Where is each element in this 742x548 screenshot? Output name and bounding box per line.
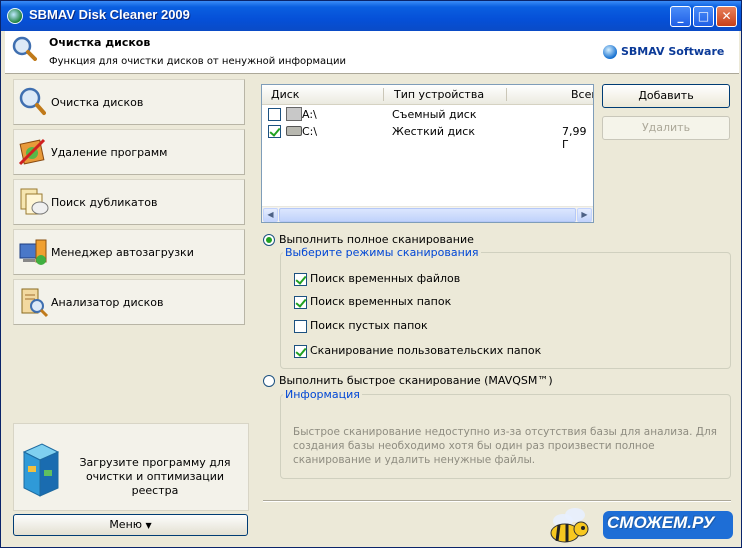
brand-globe-icon [603,45,617,59]
disk-list[interactable]: Диск Тип устройства Всег A:\ Съемный дис… [261,84,594,223]
option-user-folders-label[interactable]: Сканирование пользовательских папок [310,344,541,357]
scroll-right-icon[interactable]: ▶ [577,208,592,222]
horizontal-scrollbar[interactable]: ◀ ▶ [262,206,593,222]
brand-name[interactable]: SBMAV Software [621,45,724,58]
sidebar-item-startup[interactable]: Менеджер автозагрузки [13,229,245,275]
option-empty-folders-label[interactable]: Поиск пустых папок [310,319,428,332]
floppy-drive-icon [286,107,302,121]
sidebar-item-label: Менеджер автозагрузки [51,246,194,259]
sidebar-item-label: Удаление программ [51,146,168,159]
uninstall-box-icon [18,138,46,166]
option-temp-folders-checkbox[interactable] [294,296,307,309]
title-bar[interactable]: SBMAV Disk Cleaner 2009 _ □ ✕ [1,1,741,31]
menu-button[interactable]: Меню ▼ [13,514,248,536]
minimize-button[interactable]: _ [670,6,691,27]
option-temp-folders-label[interactable]: Поиск временных папок [310,295,451,308]
promo-text: Загрузите программу для очистки и оптими… [79,456,231,497]
sidebar-item-duplicates[interactable]: Поиск дубликатов [13,179,245,225]
info-text: Быстрое сканирование недоступно из-за от… [293,426,717,466]
hard-drive-icon [286,126,302,136]
sidebar-item-label: Очистка дисков [51,96,144,109]
disk-type: Съемный диск [392,108,477,121]
info-title: Информация [283,388,362,401]
sidebar: Очистка дисков Удаление программ Поиск д… [9,77,249,537]
duplicate-docs-icon [20,188,49,215]
disk-type: Жесткий диск [392,125,475,138]
column-header-type[interactable]: Тип устройства [394,88,484,101]
registry-promo[interactable]: Загрузите программу для очистки и оптими… [13,423,249,511]
magnifier-disk-icon [19,87,46,115]
disk-analyzer-icon [21,288,49,318]
watermark-text: СМОЖЕМ.РУ [607,513,715,532]
maximize-button[interactable]: □ [693,6,714,27]
menu-button-label: Меню [109,518,143,531]
sidebar-item-disk-cleanup[interactable]: Очистка дисков [13,79,245,125]
page-title: Очистка дисков [49,36,151,49]
add-button[interactable]: Добавить [602,84,730,108]
disk-list-header: Диск Тип устройства Всег [262,85,593,105]
sidebar-item-uninstall[interactable]: Удаление программ [13,129,245,175]
full-scan-label[interactable]: Выполнить полное сканирование [279,233,474,246]
column-header-total[interactable]: Всег [571,88,593,101]
page-subtitle: Функция для очистки дисков от ненужной и… [49,56,346,67]
app-logo-icon [7,8,23,24]
sidebar-item-label: Анализатор дисков [51,296,164,309]
window-title: SBMAV Disk Cleaner 2009 [29,7,190,22]
option-temp-files-checkbox[interactable] [294,273,307,286]
registry-cube-icon [22,443,60,497]
disk-drive-label: C:\ [302,125,318,138]
option-temp-files-label[interactable]: Поиск временных файлов [310,272,460,285]
close-button[interactable]: ✕ [716,6,737,27]
scroll-left-icon[interactable]: ◀ [263,208,278,222]
sidebar-item-analyzer[interactable]: Анализатор дисков [13,279,245,325]
option-user-folders-checkbox[interactable] [294,345,307,358]
disk-checkbox[interactable] [268,125,281,138]
sidebar-item-label: Поиск дубликатов [51,196,158,209]
remove-button[interactable]: Удалить [602,116,730,140]
disk-checkbox[interactable] [268,108,281,121]
column-header-disk[interactable]: Диск [271,88,299,101]
quick-scan-radio[interactable] [263,375,275,387]
disk-drive-label: A:\ [302,108,317,121]
disk-total: 7,99 Г [562,125,587,151]
quick-scan-label[interactable]: Выполнить быстрое сканирование (MAVQSM™) [279,374,553,387]
disk-row-c[interactable]: C:\ Жесткий диск 7,99 Г [262,123,593,151]
startup-manager-icon [19,239,47,265]
magnifier-disk-icon [12,36,37,61]
full-scan-radio[interactable] [263,234,275,246]
option-empty-folders-checkbox[interactable] [294,320,307,333]
scroll-thumb[interactable] [279,208,576,222]
scan-modes-title: Выберите режимы сканирования [283,246,481,259]
disk-row-a[interactable]: A:\ Съемный диск [262,106,593,123]
app-window: SBMAV Disk Cleaner 2009 _ □ ✕ Очистка ди… [0,0,742,548]
page-header: Очистка дисков Функция для очистки диско… [5,31,739,74]
chevron-down-icon: ▼ [145,521,152,530]
